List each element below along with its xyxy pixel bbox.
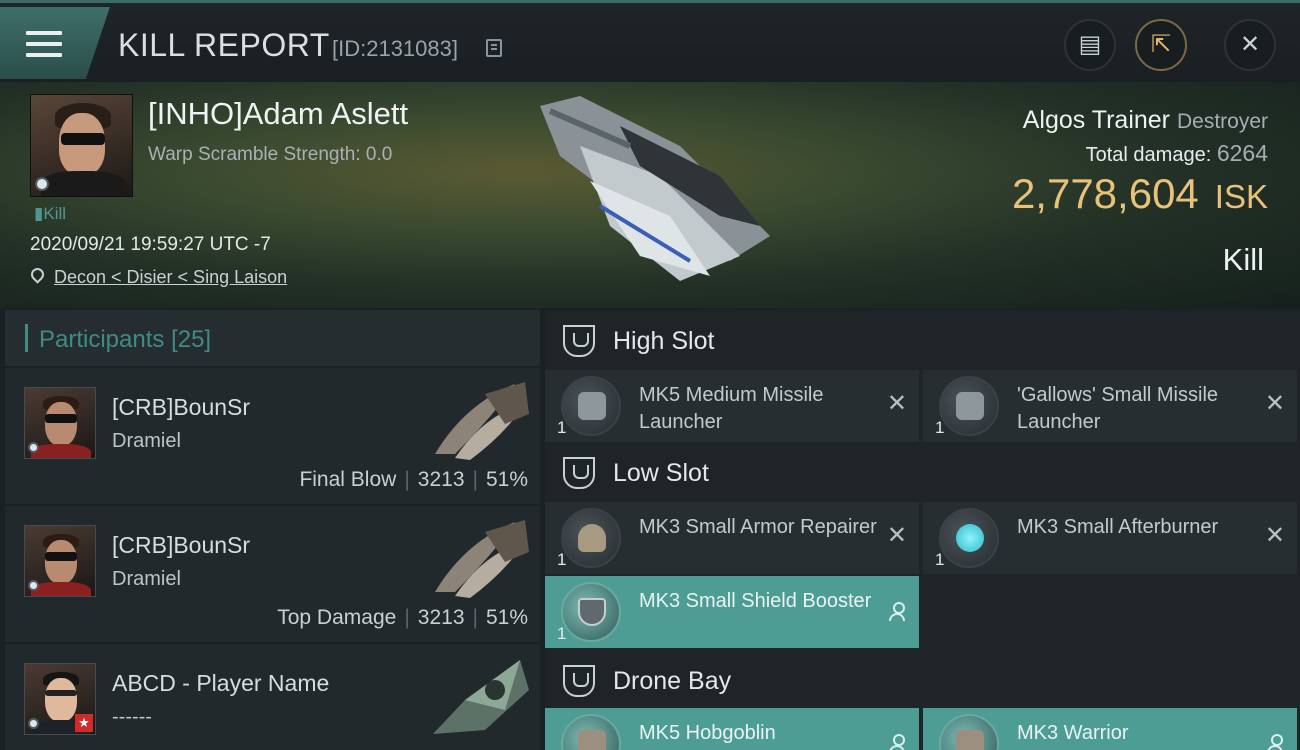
dropped-user-icon	[889, 734, 905, 750]
page-title: KILL REPORT	[118, 27, 330, 63]
dropped-user-icon	[889, 602, 905, 622]
drone-icon	[939, 714, 999, 750]
kill-result: Kill	[1222, 242, 1264, 277]
share-icon: ⇱	[1150, 31, 1172, 58]
participants-panel: Participants [25] [CRB]BounSr Dramiel Fi…	[5, 310, 540, 750]
participant-avatar[interactable]	[24, 387, 96, 459]
destroyed-x-icon: ✕	[886, 390, 907, 417]
participant-stats: Top Damage | 3213 | 51%	[277, 606, 528, 629]
module-item[interactable]: 1 MK5 Medium Missile Launcher ✕	[545, 370, 919, 442]
participant-ship-render	[433, 660, 529, 734]
participant-name: [CRB]BounSr	[112, 394, 251, 420]
participant-ship: Dramiel	[112, 430, 181, 452]
location-pin-icon	[28, 265, 47, 284]
module-item[interactable]: MK3 Warrior	[923, 708, 1297, 750]
warp-scramble-strength: Warp Scramble Strength: 0.0	[148, 144, 393, 165]
participant-avatar[interactable]: ★	[24, 663, 96, 735]
drone-bay-icon	[563, 665, 595, 697]
participant-ship: ------	[112, 706, 152, 728]
kill-tag: ▮Kill	[34, 204, 67, 223]
star-badge-icon: ★	[75, 714, 93, 732]
participant-stats: Final Blow | 3213 | 51%	[299, 468, 528, 491]
victim-name[interactable]: [INHO]Adam Aslett	[148, 96, 408, 132]
corp-badge-icon	[35, 177, 49, 191]
copy-id-icon[interactable]	[486, 39, 502, 57]
module-item[interactable]: 1 'Gallows' Small Missile Launcher ✕	[923, 370, 1297, 442]
ship-render	[540, 96, 770, 281]
menu-button[interactable]	[0, 7, 110, 79]
share-button[interactable]: ⇱	[1135, 19, 1187, 71]
high-slot-header: High Slot	[545, 310, 1300, 374]
missile-launcher-icon	[561, 376, 621, 436]
document-button[interactable]: ▤	[1064, 19, 1116, 71]
document-icon: ▤	[1078, 31, 1102, 58]
isk-value: 2,778,604 ISK	[1011, 170, 1268, 217]
participant-card[interactable]: ★ ABCD - Player Name ------	[5, 644, 540, 750]
module-name: 'Gallows' Small Missile Launcher	[1017, 384, 1219, 433]
hamburger-menu-icon	[26, 31, 62, 61]
module-name: MK5 Medium Missile Launcher	[639, 384, 824, 433]
dropped-user-icon	[1267, 734, 1283, 750]
location-link[interactable]: Decon < Disier < Sing Laison	[54, 267, 287, 288]
participant-card[interactable]: [CRB]BounSr Dramiel Final Blow | 3213 | 51%	[5, 368, 540, 504]
high-slot-icon	[563, 325, 595, 357]
shield-booster-icon	[561, 582, 621, 642]
drone-icon	[561, 714, 621, 750]
armor-repairer-icon	[561, 508, 621, 568]
destroyed-x-icon: ✕	[886, 522, 907, 549]
afterburner-icon	[939, 508, 999, 568]
kill-datetime: 2020/09/21 19:59:27 UTC -7	[30, 234, 271, 255]
participant-ship-render	[435, 520, 529, 598]
module-item[interactable]: MK5 Hobgoblin	[545, 708, 919, 750]
corp-badge-icon	[28, 580, 39, 591]
kill-summary-banner: [INHO]Adam Aslett Warp Scramble Strength…	[0, 82, 1300, 308]
module-name: MK3 Small Afterburner	[1017, 516, 1219, 538]
module-name: MK3 Small Armor Repairer	[639, 516, 877, 538]
destroyed-x-icon: ✕	[1264, 522, 1285, 549]
missile-launcher-icon	[939, 376, 999, 436]
module-item[interactable]: 1 MK3 Small Armor Repairer ✕	[545, 502, 919, 574]
participant-ship-render	[435, 382, 529, 460]
header-bar: KILL REPORT [ID:2131083] ▤ ⇱ ✕	[0, 0, 1300, 82]
close-button[interactable]: ✕	[1224, 19, 1276, 71]
module-item[interactable]: 1 MK3 Small Afterburner ✕	[923, 502, 1297, 574]
participant-name: [CRB]BounSr	[112, 532, 251, 558]
participants-header[interactable]: Participants [25]	[5, 310, 540, 366]
module-item[interactable]: 1 MK3 Small Shield Booster	[545, 576, 919, 648]
close-icon: ✕	[1239, 31, 1261, 58]
module-name: MK3 Small Shield Booster	[639, 590, 872, 612]
destroyed-x-icon: ✕	[1264, 390, 1285, 417]
report-id: [ID:2131083]	[332, 36, 458, 61]
low-slot-icon	[563, 457, 595, 489]
participant-ship: Dramiel	[112, 568, 181, 590]
victim-portrait[interactable]	[30, 94, 133, 197]
low-slot-header: Low Slot	[545, 442, 1300, 506]
participant-name: ABCD - Player Name	[112, 670, 330, 696]
total-damage: Total damage: 6264	[1085, 140, 1268, 166]
fitting-panel: High Slot 1 MK5 Medium Missile Launcher …	[545, 310, 1300, 750]
module-name: MK5 Hobgoblin	[639, 722, 776, 744]
corp-badge-icon	[28, 442, 39, 453]
participant-card[interactable]: [CRB]BounSr Dramiel Top Damage | 3213 | 51%	[5, 506, 540, 642]
drone-bay-header: Drone Bay	[545, 650, 1300, 714]
module-name: MK3 Warrior	[1017, 722, 1129, 744]
corp-badge-icon	[28, 718, 39, 729]
ship-name[interactable]: Algos Trainer Destroyer	[1023, 106, 1268, 135]
participant-avatar[interactable]	[24, 525, 96, 597]
